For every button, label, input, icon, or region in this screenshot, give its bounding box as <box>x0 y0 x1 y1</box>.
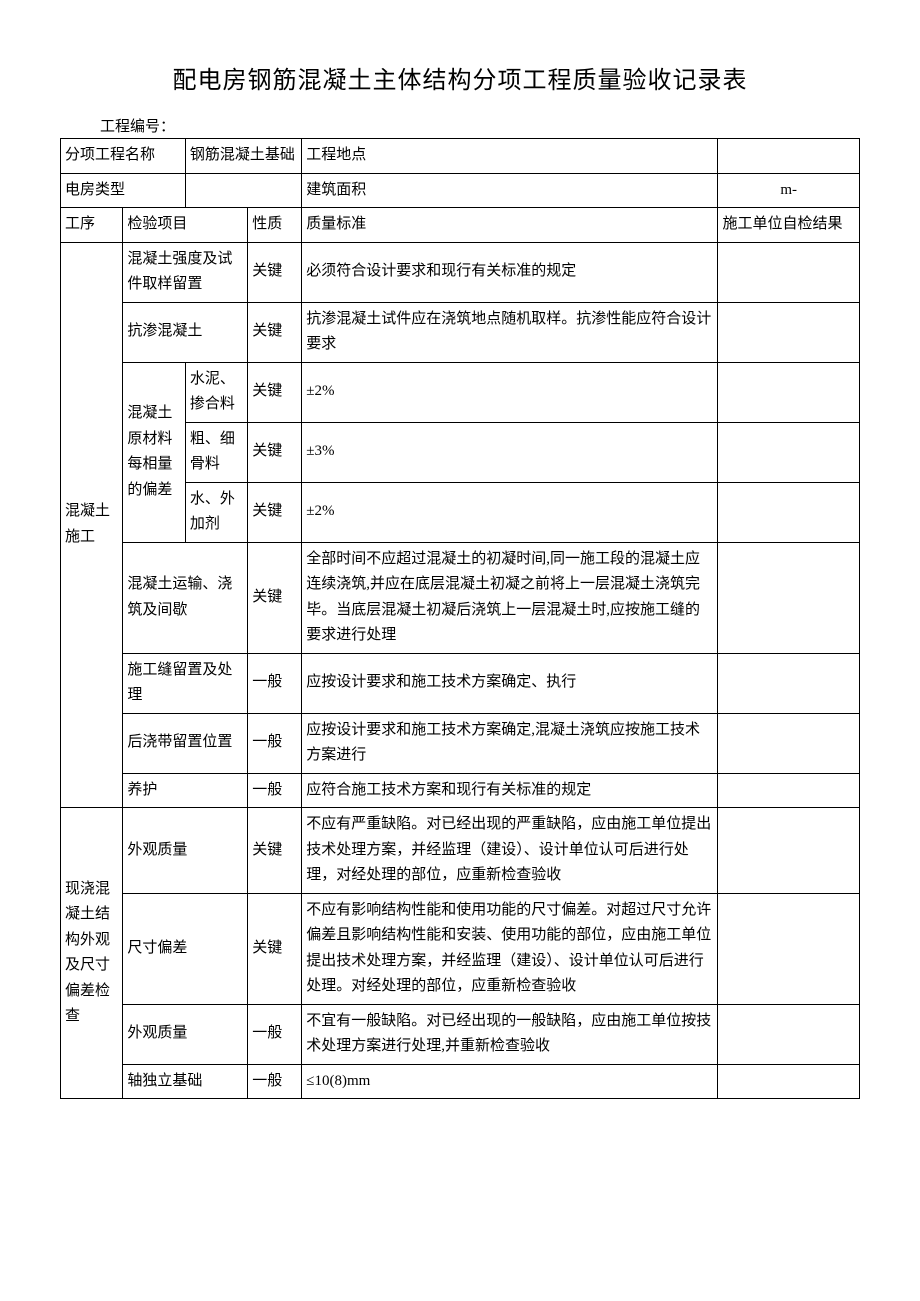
result-cell[interactable] <box>718 808 860 894</box>
item-cell: 外观质量 <box>123 808 248 894</box>
area-label: 建筑面积 <box>302 173 718 208</box>
nature-cell: 一般 <box>248 1064 302 1099</box>
sub-name-value: 钢筋混凝土基础 <box>185 139 301 174</box>
table-row: 抗渗混凝土 关键 抗渗混凝土试件应在浇筑地点随机取样。抗渗性能应符合设计要求 <box>61 302 860 362</box>
nature-cell: 一般 <box>248 773 302 808</box>
type-label: 电房类型 <box>61 173 186 208</box>
nature-cell: 关键 <box>248 242 302 302</box>
proc-concrete: 混凝土施工 <box>61 242 123 808</box>
item-cell: 粗、细骨料 <box>185 422 247 482</box>
table-row: 轴独立基础 一般 ≤10(8)mm <box>61 1064 860 1099</box>
std-cell: 必须符合设计要求和现行有关标准的规定 <box>302 242 718 302</box>
project-number-label: 工程编号： <box>100 115 860 136</box>
nature-cell: 关键 <box>248 362 302 422</box>
location-label: 工程地点 <box>302 139 718 174</box>
result-cell[interactable] <box>718 653 860 713</box>
type-value <box>185 173 301 208</box>
nature-cell: 一般 <box>248 713 302 773</box>
result-cell[interactable] <box>718 482 860 542</box>
sub-name-label: 分项工程名称 <box>61 139 186 174</box>
item-cell: 外观质量 <box>123 1004 248 1064</box>
nature-cell: 关键 <box>248 422 302 482</box>
table-row: 后浇带留置位置 一般 应按设计要求和施工技术方案确定,混凝土浇筑应按施工技术方案… <box>61 713 860 773</box>
result-cell[interactable] <box>718 1004 860 1064</box>
std-cell: 应按设计要求和施工技术方案确定,混凝土浇筑应按施工技术方案进行 <box>302 713 718 773</box>
item-cell: 后浇带留置位置 <box>123 713 248 773</box>
inspection-table: 分项工程名称 钢筋混凝土基础 工程地点 电房类型 建筑面积 m- 工序 检验项目… <box>60 138 860 1099</box>
table-row: 混凝土运输、浇筑及间歇 关键 全部时间不应超过混凝土的初凝时间,同一施工段的混凝… <box>61 542 860 653</box>
col-item: 检验项目 <box>123 208 248 243</box>
nature-cell: 关键 <box>248 482 302 542</box>
table-row: 混凝土原材料每相量的偏差 水泥、掺合料 关键 ±2% <box>61 362 860 422</box>
col-nature: 性质 <box>248 208 302 243</box>
nature-cell: 关键 <box>248 893 302 1004</box>
std-cell: 抗渗混凝土试件应在浇筑地点随机取样。抗渗性能应符合设计要求 <box>302 302 718 362</box>
item-cell: 施工缝留置及处理 <box>123 653 248 713</box>
item-group-material: 混凝土原材料每相量的偏差 <box>123 362 185 542</box>
std-cell: ±2% <box>302 362 718 422</box>
std-cell: 全部时间不应超过混凝土的初凝时间,同一施工段的混凝土应连续浇筑,并应在底层混凝土… <box>302 542 718 653</box>
col-proc: 工序 <box>61 208 123 243</box>
nature-cell: 一般 <box>248 1004 302 1064</box>
item-cell: 水、外加剂 <box>185 482 247 542</box>
proc-cast-inspect: 现浇混凝土结构外观及尺寸偏差检查 <box>61 808 123 1099</box>
header-row-2: 电房类型 建筑面积 m- <box>61 173 860 208</box>
std-cell: ±2% <box>302 482 718 542</box>
item-cell: 养护 <box>123 773 248 808</box>
result-cell[interactable] <box>718 302 860 362</box>
item-cell: 轴独立基础 <box>123 1064 248 1099</box>
std-cell: 应按设计要求和施工技术方案确定、执行 <box>302 653 718 713</box>
result-cell[interactable] <box>718 242 860 302</box>
item-cell: 抗渗混凝土 <box>123 302 248 362</box>
result-cell[interactable] <box>718 713 860 773</box>
result-cell[interactable] <box>718 1064 860 1099</box>
nature-cell: 关键 <box>248 808 302 894</box>
nature-cell: 关键 <box>248 302 302 362</box>
col-std: 质量标准 <box>302 208 718 243</box>
result-cell[interactable] <box>718 422 860 482</box>
table-row: 施工缝留置及处理 一般 应按设计要求和施工技术方案确定、执行 <box>61 653 860 713</box>
result-cell[interactable] <box>718 362 860 422</box>
item-cell: 水泥、掺合料 <box>185 362 247 422</box>
column-header-row: 工序 检验项目 性质 质量标准 施工单位自检结果 <box>61 208 860 243</box>
std-cell: 不应有影响结构性能和使用功能的尺寸偏差。对超过尺寸允许偏差且影响结构性能和安装、… <box>302 893 718 1004</box>
location-value <box>718 139 860 174</box>
std-cell: ≤10(8)mm <box>302 1064 718 1099</box>
table-row: 尺寸偏差 关键 不应有影响结构性能和使用功能的尺寸偏差。对超过尺寸允许偏差且影响… <box>61 893 860 1004</box>
item-cell: 混凝土运输、浇筑及间歇 <box>123 542 248 653</box>
table-row: 外观质量 一般 不宜有一般缺陷。对已经出现的一般缺陷，应由施工单位按技术处理方案… <box>61 1004 860 1064</box>
result-cell[interactable] <box>718 542 860 653</box>
col-result: 施工单位自检结果 <box>718 208 860 243</box>
page-title: 配电房钢筋混凝土主体结构分项工程质量验收记录表 <box>60 60 860 95</box>
header-row-1: 分项工程名称 钢筋混凝土基础 工程地点 <box>61 139 860 174</box>
table-row: 养护 一般 应符合施工技术方案和现行有关标准的规定 <box>61 773 860 808</box>
std-cell: 不应有严重缺陷。对已经出现的严重缺陷，应由施工单位提出技术处理方案，并经监理（建… <box>302 808 718 894</box>
nature-cell: 一般 <box>248 653 302 713</box>
table-row: 混凝土施工 混凝土强度及试件取样留置 关键 必须符合设计要求和现行有关标准的规定 <box>61 242 860 302</box>
nature-cell: 关键 <box>248 542 302 653</box>
result-cell[interactable] <box>718 893 860 1004</box>
table-row: 现浇混凝土结构外观及尺寸偏差检查 外观质量 关键 不应有严重缺陷。对已经出现的严… <box>61 808 860 894</box>
result-cell[interactable] <box>718 773 860 808</box>
std-cell: ±3% <box>302 422 718 482</box>
item-cell: 尺寸偏差 <box>123 893 248 1004</box>
area-value: m- <box>718 173 860 208</box>
std-cell: 不宜有一般缺陷。对已经出现的一般缺陷，应由施工单位按技术处理方案进行处理,并重新… <box>302 1004 718 1064</box>
std-cell: 应符合施工技术方案和现行有关标准的规定 <box>302 773 718 808</box>
item-cell: 混凝土强度及试件取样留置 <box>123 242 248 302</box>
